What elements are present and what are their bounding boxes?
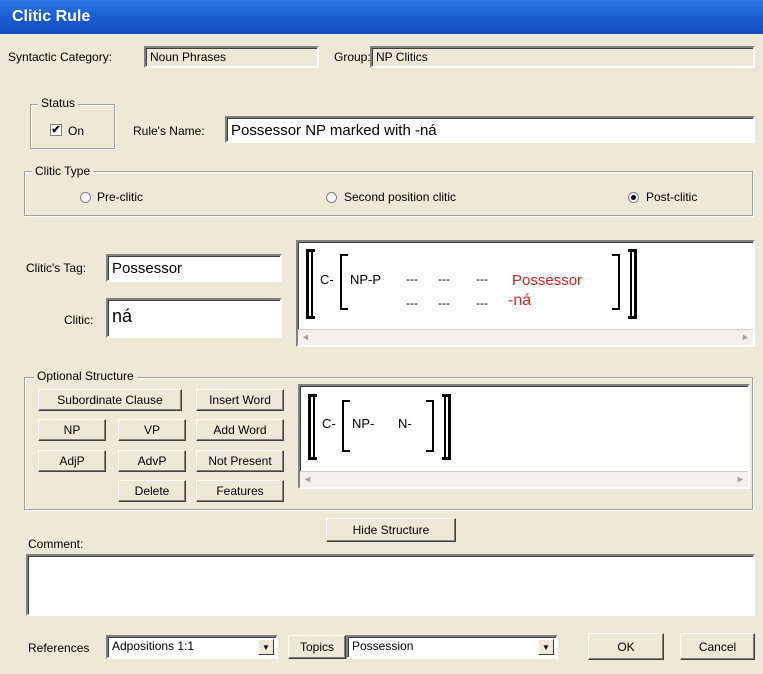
adjp-button[interactable]: AdjP	[38, 450, 106, 472]
optional-structure-preview-panel[interactable]: C- NP- N- ◄ ►	[298, 384, 750, 489]
subordinate-clause-button[interactable]: Subordinate Clause	[38, 389, 182, 411]
preview-outer-label: C-	[320, 272, 334, 287]
second-position-clitic-radio[interactable]	[326, 192, 337, 203]
optional-structure-legend: Optional Structure	[34, 369, 137, 383]
opt-outer-left-bracket-inner	[313, 394, 317, 460]
window-title: Clitic Rule	[0, 0, 763, 34]
inner-left-bracket	[340, 254, 348, 310]
group-value: NP Clitics	[376, 50, 428, 64]
syntactic-category-label: Syntactic Category:	[8, 50, 113, 64]
syntactic-category-field: Noun Phrases	[144, 46, 319, 68]
topics-button[interactable]: Topics	[288, 635, 346, 659]
outer-left-bracket-inner	[311, 249, 315, 319]
clitic-value: ná	[112, 306, 133, 326]
inner-right-bracket	[612, 254, 620, 310]
status-on-checkbox[interactable]: ✔	[50, 124, 62, 136]
references-combo[interactable]: Adpositions 1:1 ▼	[106, 635, 278, 659]
comment-textarea[interactable]	[26, 554, 755, 616]
opt-scroll-left-icon[interactable]: ◄	[300, 472, 315, 487]
vp-button[interactable]: VP	[118, 419, 186, 441]
clitic-tag-label: Clitic's Tag:	[26, 261, 87, 275]
clitic-tag-value: Possessor	[112, 260, 183, 277]
topics-combo[interactable]: Possession ▼	[346, 635, 558, 659]
preview-possessor: Possessor	[512, 272, 583, 289]
opt-preview-outer-label: C-	[322, 416, 336, 431]
optional-structure-scrollbar[interactable]: ◄ ►	[300, 471, 748, 487]
preview-dash-r1-3: ---	[476, 272, 488, 286]
pre-clitic-label[interactable]: Pre-clitic	[97, 190, 143, 204]
pre-clitic-radio[interactable]	[80, 192, 91, 203]
preview-clitic: -ná	[508, 292, 532, 309]
second-position-clitic-label[interactable]: Second position clitic	[344, 190, 456, 204]
references-dropdown-icon[interactable]: ▼	[258, 639, 274, 655]
preview-dash-r2-3: ---	[476, 296, 488, 310]
rule-name-value: Possessor NP marked with -ná	[231, 122, 437, 139]
check-icon: ✔	[51, 124, 61, 136]
opt-preview-np: NP-	[352, 416, 375, 431]
status-legend: Status	[38, 96, 79, 110]
clitic-label: Clitic:	[64, 313, 94, 327]
insert-word-button[interactable]: Insert Word	[196, 389, 284, 411]
group-label: Group:	[334, 50, 371, 64]
opt-outer-right-bracket-inner	[442, 394, 446, 460]
features-button[interactable]: Features	[196, 480, 284, 502]
preview-dash-r2-1: ---	[406, 296, 418, 310]
rule-name-label: Rule's Name:	[133, 124, 205, 138]
clitic-type-legend: Clitic Type	[32, 164, 94, 178]
delete-button[interactable]: Delete	[118, 480, 186, 502]
topics-dropdown-icon[interactable]: ▼	[538, 639, 554, 655]
clitic-input[interactable]: ná	[106, 298, 282, 338]
comment-label: Comment:	[28, 537, 84, 551]
clitic-tag-input[interactable]: Possessor	[106, 254, 282, 282]
preview-inner-label: NP-P	[350, 272, 382, 287]
post-clitic-radio[interactable]	[628, 192, 639, 203]
status-on-label[interactable]: On	[68, 124, 84, 138]
syntactic-category-value: Noun Phrases	[150, 50, 227, 64]
ok-button[interactable]: OK	[588, 633, 664, 660]
post-clitic-label[interactable]: Post-clitic	[646, 190, 697, 204]
outer-right-bracket-inner	[628, 249, 632, 319]
opt-preview-n: N-	[398, 416, 412, 431]
topics-value: Possession	[352, 639, 414, 653]
structure-preview-panel[interactable]: C- NP-P --- --- --- Possessor --- --- --…	[296, 240, 755, 347]
structure-preview-scrollbar[interactable]: ◄ ►	[298, 329, 753, 345]
preview-dash-r1-1: ---	[406, 272, 418, 286]
opt-inner-left-bracket	[342, 400, 350, 452]
preview-dash-r2-2: ---	[438, 296, 450, 310]
np-button[interactable]: NP	[38, 419, 106, 441]
advp-button[interactable]: AdvP	[118, 450, 186, 472]
scroll-left-icon[interactable]: ◄	[298, 330, 313, 345]
preview-dash-r1-2: ---	[438, 272, 450, 286]
opt-inner-right-bracket	[426, 400, 434, 452]
add-word-button[interactable]: Add Word	[196, 419, 284, 441]
cancel-button[interactable]: Cancel	[680, 633, 755, 660]
group-field: NP Clitics	[370, 46, 755, 68]
hide-structure-button[interactable]: Hide Structure	[326, 518, 456, 542]
rule-name-input[interactable]: Possessor NP marked with -ná	[225, 116, 755, 143]
references-label: References	[28, 641, 90, 655]
opt-scroll-right-icon[interactable]: ►	[733, 472, 748, 487]
scroll-right-icon[interactable]: ►	[738, 330, 753, 345]
references-value: Adpositions 1:1	[112, 639, 195, 653]
not-present-button[interactable]: Not Present	[196, 450, 284, 472]
